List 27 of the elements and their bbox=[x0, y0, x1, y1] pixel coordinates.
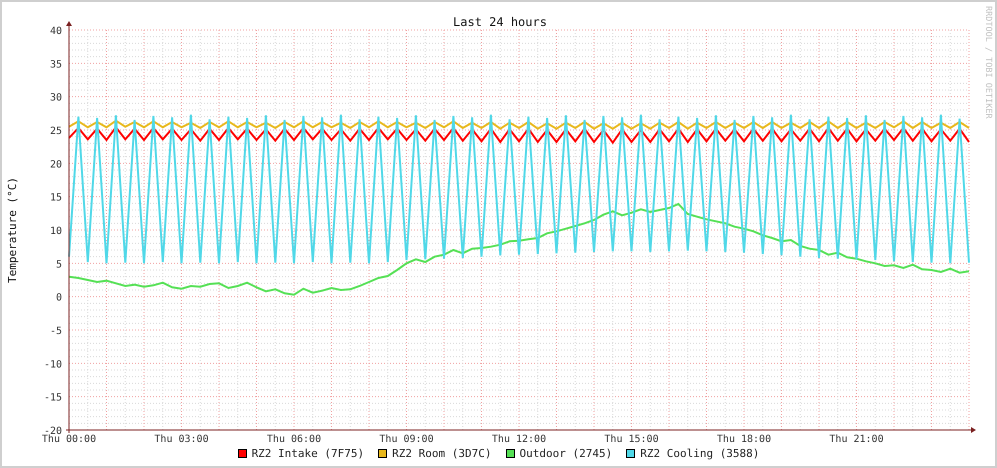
chart-title: Last 24 hours bbox=[453, 15, 547, 29]
x-tick-label: Thu 06:00 bbox=[266, 434, 322, 445]
legend-label: RZ2 Cooling (3588) bbox=[640, 448, 760, 459]
y-tick-label: 15 bbox=[50, 192, 62, 204]
y-tick-label: 25 bbox=[50, 126, 62, 137]
x-tick-label: Thu 03:00 bbox=[154, 434, 209, 445]
y-tick-label: 0 bbox=[56, 292, 62, 304]
credit-label: RRDTOOL / TOBI OETIKER bbox=[983, 6, 993, 119]
x-tick-label: Thu 09:00 bbox=[379, 434, 434, 445]
x-tick-label: Thu 15:00 bbox=[604, 434, 659, 445]
x-tick-label: Thu 12:00 bbox=[492, 434, 546, 445]
y-tick-label: -10 bbox=[44, 359, 62, 370]
y-tick-label: -5 bbox=[50, 326, 62, 337]
x-tick-label: Thu 21:00 bbox=[829, 434, 884, 445]
y-axis-title: Temperature (°C) bbox=[6, 177, 19, 283]
y-tick-label: 35 bbox=[50, 59, 62, 70]
y-tick-label: 10 bbox=[50, 226, 62, 237]
y-tick-label: 20 bbox=[50, 159, 62, 170]
legend-label: RZ2 Room (3D7C) bbox=[392, 448, 492, 459]
y-tick-label: 30 bbox=[50, 92, 62, 104]
x-tick-label: Thu 18:00 bbox=[716, 434, 772, 445]
x-tick-label: Thu 00:00 bbox=[42, 434, 96, 445]
legend-label: Outdoor (2745) bbox=[520, 448, 612, 459]
legend-label: RZ2 Intake (7F75) bbox=[252, 448, 364, 459]
y-tick-label: -15 bbox=[44, 392, 62, 404]
y-tick-label: 5 bbox=[56, 259, 62, 270]
y-tick-label: 40 bbox=[50, 26, 62, 37]
